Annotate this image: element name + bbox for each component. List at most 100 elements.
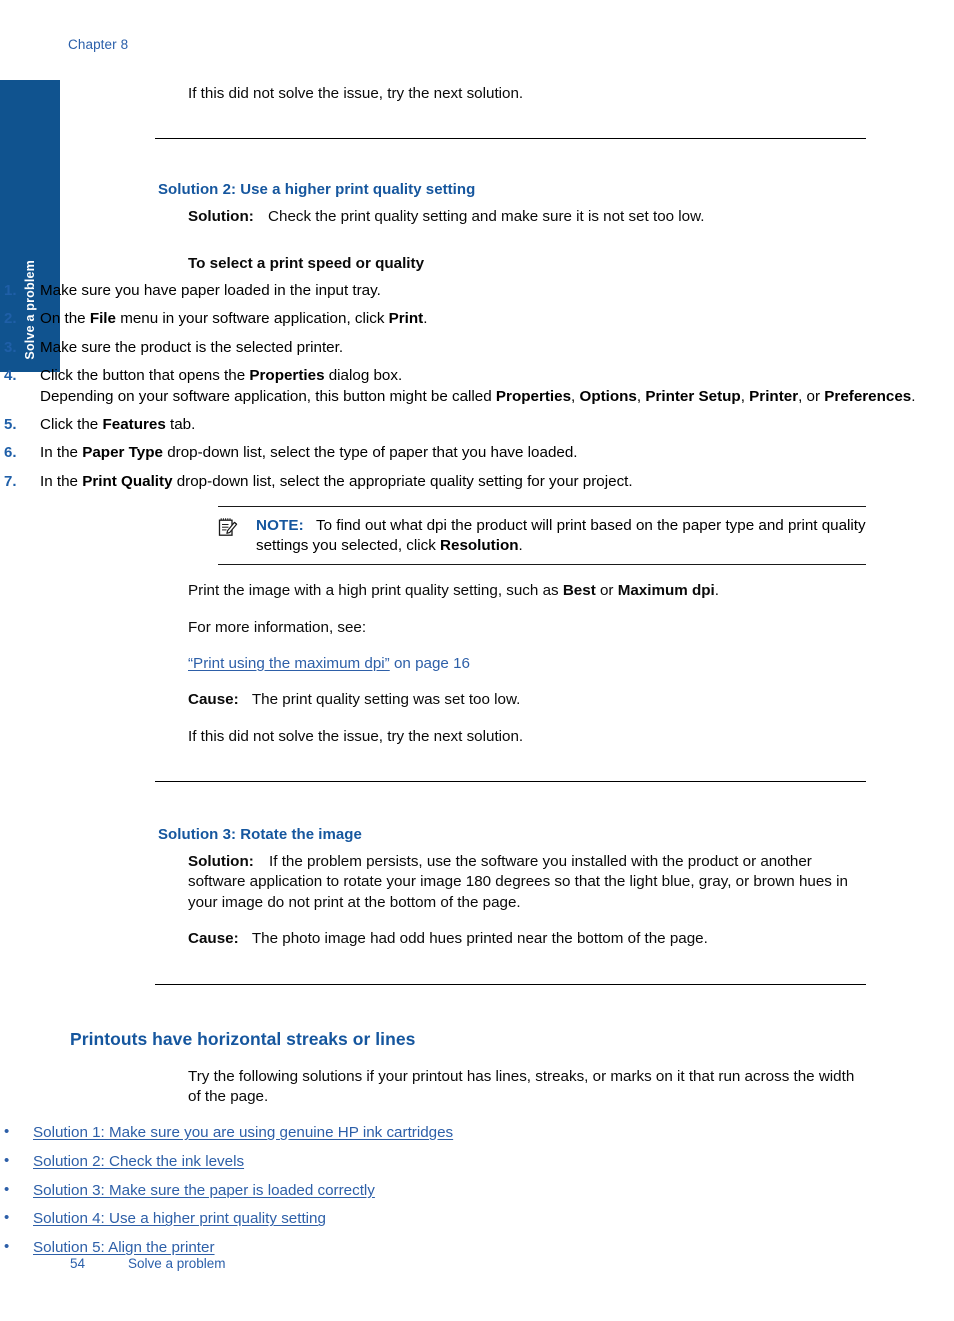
- streaks-section-heading: Printouts have horizontal streaks or lin…: [70, 1028, 416, 1049]
- body-text: drop-down list, select the appropriate q…: [172, 472, 633, 490]
- cause-text: The photo image had odd hues printed nea…: [251, 930, 708, 948]
- step-number: 4.: [4, 366, 17, 384]
- section-divider: [155, 138, 866, 140]
- emphasis-text: Features: [102, 416, 166, 434]
- cause-text: The print quality setting was set too lo…: [251, 691, 521, 709]
- procedure-title: To select a print speed or quality: [188, 254, 425, 272]
- step-text: In the Print Quality drop-down list, sel…: [40, 473, 633, 490]
- emphasis-text: Best: [562, 582, 596, 600]
- note-callout: NOTE: To find out what dpi the product w…: [218, 505, 866, 566]
- body-text: ,: [740, 387, 750, 405]
- emphasis-text: Maximum dpi: [617, 582, 715, 600]
- bullet-icon: •: [4, 1238, 10, 1256]
- note-text: To find out what dpi the product will pr…: [256, 517, 866, 554]
- step-number: 2.: [4, 310, 17, 328]
- numbered-step: 4. Click the button that opens the Proper…: [0, 366, 954, 407]
- streaks-intro-paragraph: Try the following solutions if your prin…: [188, 1067, 855, 1105]
- emphasis-text: Print Quality: [82, 472, 173, 490]
- section-divider-2: [155, 781, 866, 783]
- body-text: Make sure you have paper loaded in the i…: [40, 282, 381, 300]
- solution2-solution-line: Solution: Check the print quality settin…: [188, 207, 866, 227]
- emphasis-text: Preferences: [824, 387, 912, 405]
- numbered-step: 3. Make sure the product is the selected …: [0, 338, 954, 358]
- solution-text: Check the print quality setting and make…: [268, 208, 705, 226]
- step-number: 6.: [4, 444, 17, 462]
- list-item: • Solution 5: Align the printer: [0, 1238, 954, 1258]
- body-text: ,: [571, 387, 580, 405]
- cause-label: Cause:: [188, 691, 239, 709]
- solution-label: Solution:: [188, 853, 254, 871]
- numbered-step: 7. In the Print Quality drop-down list, s…: [0, 472, 954, 492]
- solution-label: Solution:: [188, 208, 254, 226]
- step-continuation-text: Depending on your software application, …: [40, 387, 954, 407]
- body-text: tab.: [165, 416, 196, 434]
- high-quality-paragraph: Print the image with a high print qualit…: [188, 581, 866, 601]
- solution-link[interactable]: Solution 2: Check the ink levels: [33, 1153, 244, 1170]
- numbered-steps-list: 1. Make sure you have paper loaded in the…: [0, 281, 954, 492]
- bullet-icon: •: [4, 1151, 10, 1169]
- solution2-cause-line: Cause: The print quality setting was set…: [188, 690, 866, 710]
- body-text: Depending on your software application, …: [40, 387, 496, 405]
- body-text: To find out what dpi the product will pr…: [256, 516, 866, 555]
- emphasis-text: Properties: [495, 387, 572, 405]
- body-text: .: [423, 310, 428, 328]
- list-item: • Solution 1: Make sure you are using gen…: [0, 1123, 954, 1143]
- intro-paragraph: If this did not solve the issue, try the…: [188, 85, 524, 102]
- bullet-icon: •: [4, 1180, 10, 1198]
- step-text: Make sure you have paper loaded in the i…: [40, 282, 381, 299]
- step-text: Make sure the product is the selected pr…: [40, 339, 343, 356]
- body-text: Click the: [40, 416, 103, 434]
- body-text: Print the image with a high print qualit…: [188, 582, 563, 600]
- cross-reference-line: “Print using the maximum dpi” on page 16: [188, 654, 866, 674]
- footer-page-number: 54: [70, 1256, 86, 1271]
- more-info-label: For more information, see:: [188, 618, 367, 636]
- step-number: 7.: [4, 472, 17, 490]
- body-text: .: [518, 537, 523, 555]
- streaks-solution-link-list: • Solution 1: Make sure you are using gen…: [0, 1123, 954, 1258]
- list-item: • Solution 2: Check the ink levels: [0, 1152, 954, 1172]
- numbered-step: 5. Click the Features tab.: [0, 415, 954, 435]
- solution-link[interactable]: Solution 4: Use a higher print quality s…: [33, 1210, 326, 1227]
- solution-link[interactable]: Solution 1: Make sure you are using genu…: [33, 1124, 453, 1141]
- body-text: Click the button that opens the: [40, 366, 250, 384]
- solution-link[interactable]: Solution 3: Make sure the paper is loade…: [33, 1182, 375, 1199]
- list-item: • Solution 3: Make sure the paper is load…: [0, 1181, 954, 1201]
- solution-link[interactable]: Solution 5: Align the printer: [33, 1239, 215, 1256]
- emphasis-text: Resolution: [440, 537, 519, 555]
- step-number: 3.: [4, 338, 17, 356]
- solution-text: If the problem persists, use the softwar…: [188, 853, 848, 911]
- solution3-solution-line: Solution: If the problem persists, use t…: [188, 852, 866, 913]
- body-text: drop-down list, select the type of paper…: [162, 444, 578, 462]
- solution3-cause-line: Cause: The photo image had odd hues prin…: [188, 929, 866, 949]
- solution2-closing: If this did not solve the issue, try the…: [188, 727, 524, 745]
- cross-reference-link[interactable]: “Print using the maximum dpi”: [188, 655, 390, 672]
- step-number: 1.: [4, 282, 17, 300]
- body-text: menu in your software application, click: [115, 310, 389, 328]
- note-body: NOTE: To find out what dpi the product w…: [218, 516, 866, 556]
- numbered-step: 6. In the Paper Type drop-down list, sele…: [0, 443, 954, 463]
- step-text: Click the Features tab.: [40, 416, 195, 433]
- bullet-icon: •: [4, 1123, 10, 1141]
- cause-label: Cause:: [188, 930, 239, 948]
- emphasis-text: Options: [579, 387, 637, 405]
- step-number: 5.: [4, 416, 17, 434]
- page-footer: 54 Solve a problem: [0, 1256, 954, 1280]
- list-item: • Solution 4: Use a higher print quality …: [0, 1209, 954, 1229]
- body-text: , or: [798, 387, 825, 405]
- emphasis-text: Paper Type: [82, 444, 163, 462]
- section-divider-3: [155, 983, 866, 985]
- solution3-heading: Solution 3: Rotate the image: [158, 826, 362, 844]
- bullet-icon: •: [4, 1209, 10, 1227]
- body-text: In the: [40, 444, 83, 462]
- note-label: NOTE:: [256, 516, 304, 534]
- emphasis-text: File: [89, 310, 116, 328]
- body-text: .: [911, 387, 916, 405]
- emphasis-text: Properties: [249, 366, 325, 384]
- body-text: Make sure the product is the selected pr…: [40, 338, 344, 356]
- step-text: In the Paper Type drop-down list, select…: [40, 444, 578, 461]
- body-text: .: [714, 582, 719, 600]
- page-content: If this did not solve the issue, try the…: [0, 0, 954, 1267]
- footer-section-name: Solve a problem: [128, 1256, 226, 1271]
- body-text: On the: [40, 310, 90, 328]
- note-pencil-icon: [218, 517, 238, 537]
